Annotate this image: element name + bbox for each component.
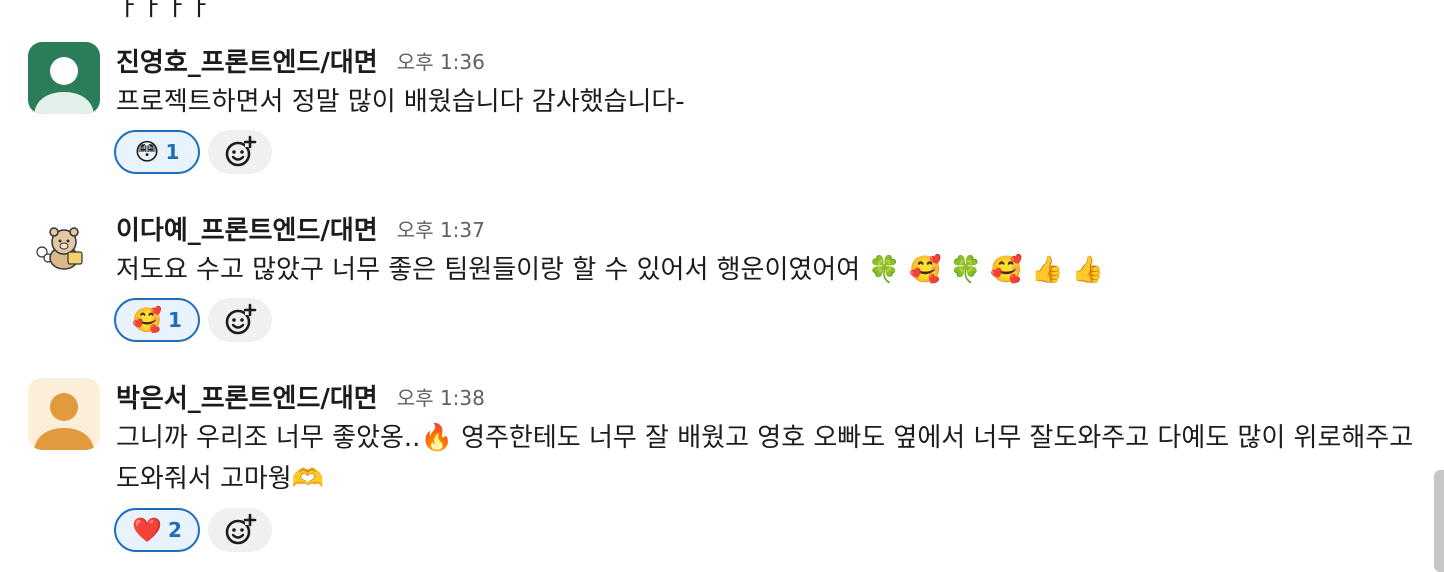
reaction-count: 1	[167, 308, 182, 332]
message-text-content: 저도요 수고 많았구 너무 좋은 팀원들이랑 할 수 있어서 행운이였어여	[116, 255, 869, 285]
add-emoji-icon	[225, 513, 257, 545]
username[interactable]: 진영호_프론트엔드/대면	[116, 48, 378, 78]
message-header: 이다예_프론트엔드/대면 오후 1:37	[116, 210, 485, 246]
avatar[interactable]	[28, 210, 100, 282]
bear-avatar-icon	[28, 210, 100, 282]
reactions-bar: 😳 1	[114, 130, 272, 174]
message-text-content: 프로젝트하면서 정말 많이 배웠습니다 감사했습니다-	[116, 87, 685, 117]
message-text: 그니까 우리조 너무 좋았옹..🔥 영주한테도 너무 잘 배웠고 영호 오빠도 …	[116, 418, 1426, 500]
reaction-pill[interactable]: ❤️ 2	[114, 508, 200, 552]
add-emoji-icon	[225, 303, 257, 335]
fire-emoji: 🔥	[420, 423, 453, 453]
scrollbar[interactable]	[1434, 470, 1444, 572]
message-text: 프로젝트하면서 정말 많이 배웠습니다 감사했습니다-	[116, 82, 1426, 123]
red-heart-emoji: ❤️	[132, 516, 162, 544]
add-reaction-button[interactable]	[208, 130, 272, 174]
reaction-pill[interactable]: 🥰 1	[114, 298, 200, 342]
reaction-pill[interactable]: 😳 1	[114, 130, 200, 174]
smiling-face-with-hearts-emoji: 🥰	[132, 306, 162, 334]
heart-hands-emoji: 🫶	[291, 464, 325, 494]
timestamp[interactable]: 오후 1:36	[397, 50, 485, 74]
message-header: 박은서_프론트엔드/대면 오후 1:38	[116, 378, 485, 414]
reactions-bar: 🥰 1	[114, 298, 272, 342]
message-text-part1: 그니까 우리조 너무 좋았옹..	[116, 423, 421, 453]
username[interactable]: 이다예_프론트엔드/대면	[116, 216, 378, 246]
add-reaction-button[interactable]	[208, 508, 272, 552]
default-avatar-icon	[28, 378, 100, 450]
reaction-count: 2	[167, 518, 182, 542]
message-emojis: 🍀 🥰 🍀 🥰 👍 👍	[868, 255, 1104, 285]
timestamp[interactable]: 오후 1:38	[397, 386, 485, 410]
timestamp[interactable]: 오후 1:37	[397, 218, 485, 242]
username[interactable]: 박은서_프론트엔드/대면	[116, 384, 378, 414]
message-header: 진영호_프론트엔드/대면 오후 1:36	[116, 42, 485, 78]
default-avatar-icon	[28, 42, 100, 114]
message-text: 저도요 수고 많았구 너무 좋은 팀원들이랑 할 수 있어서 행운이였어여 🍀 …	[116, 250, 1426, 291]
previous-message-fragment: ㅏㅏㅏㅏ	[116, 0, 212, 22]
add-reaction-button[interactable]	[208, 298, 272, 342]
avatar[interactable]	[28, 42, 100, 114]
reactions-bar: ❤️ 2	[114, 508, 272, 552]
flushed-face-emoji: 😳	[134, 138, 160, 166]
avatar[interactable]	[28, 378, 100, 450]
add-emoji-icon	[225, 135, 257, 167]
reaction-count: 1	[165, 140, 180, 164]
